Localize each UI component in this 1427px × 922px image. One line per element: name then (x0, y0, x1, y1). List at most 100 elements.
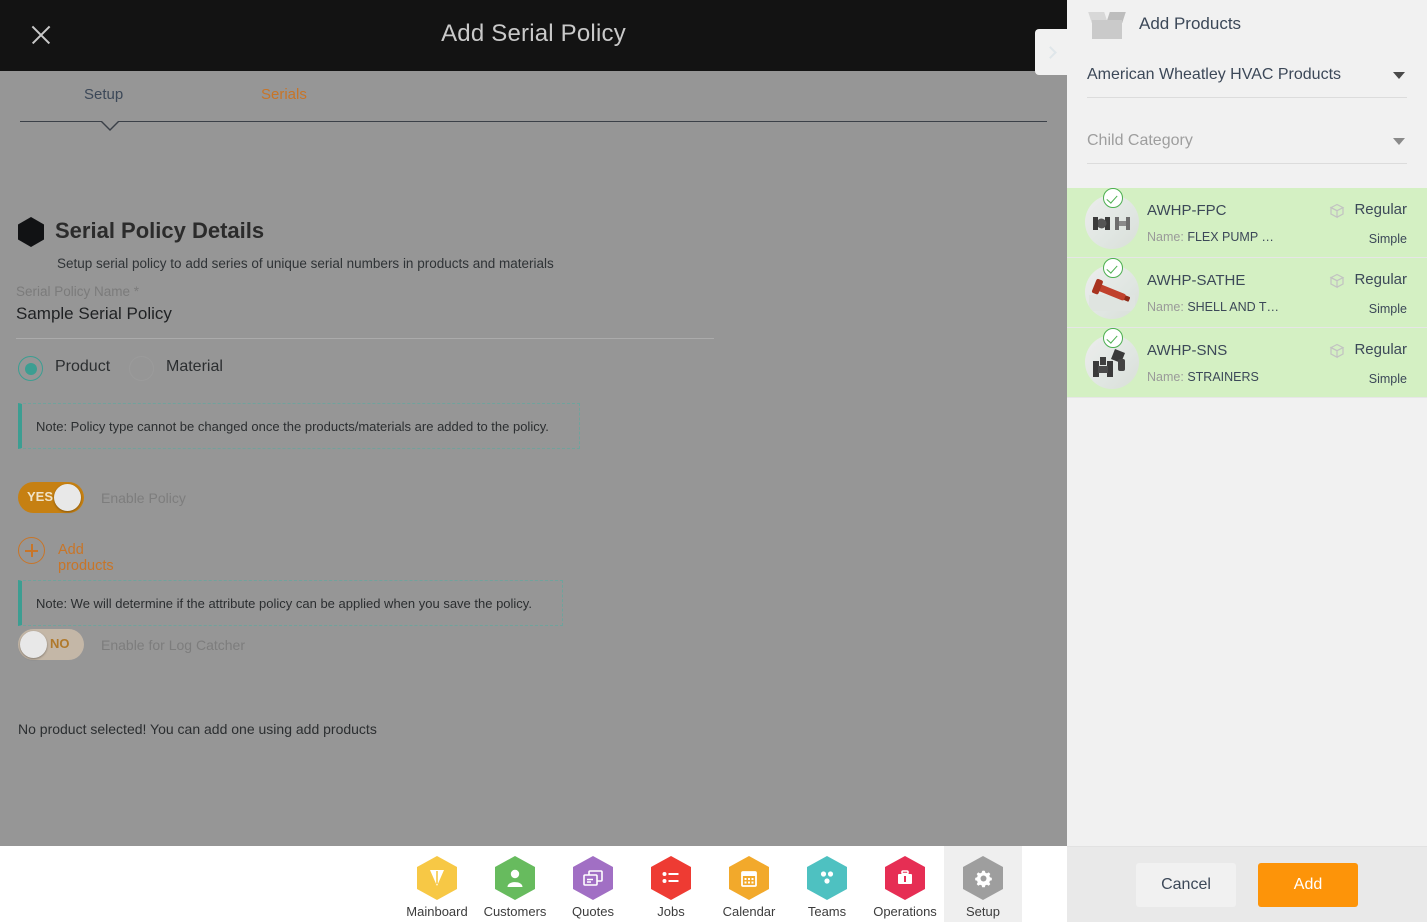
plus-circle-icon (18, 537, 45, 564)
toggle-enable-policy[interactable]: YES (18, 482, 84, 513)
list-item[interactable]: AWHP-SNS Name: STRAINERS Regular Simple (1067, 328, 1427, 398)
quotes-icon (573, 856, 613, 900)
nav-item-teams[interactable]: Teams (788, 846, 866, 922)
check-circle-icon (1103, 258, 1123, 278)
tab-serials[interactable]: Serials (261, 86, 307, 103)
add-products-label: Add products (58, 542, 114, 574)
radio-product-label: Product (55, 358, 111, 375)
product-name-value: SHELL AND T… (1187, 300, 1280, 314)
radio-product[interactable] (18, 356, 43, 381)
nav-label: Mainboard (406, 904, 468, 919)
product-name-label: Name: (1147, 300, 1184, 314)
nav-item-setup[interactable]: Setup (944, 846, 1022, 922)
toggle-enable-log-catcher-label: Enable for Log Catcher (101, 637, 245, 653)
nav-label: Jobs (657, 904, 685, 919)
nav-label: Customers (483, 904, 547, 919)
add-products-panel: Add Products American Wheatley HVAC Prod… (1067, 0, 1427, 922)
nav-item-mainboard[interactable]: Mainboard (398, 846, 476, 922)
product-list: AWHP-FPC Name: FLEX PUMP … Regular Simpl… (1067, 188, 1427, 398)
panel-spacer (1067, 398, 1427, 846)
bottom-navigation: Mainboard Customers Quotes Jobs Calendar… (0, 846, 1067, 922)
page-title: Serial Policy Details (55, 218, 265, 243)
product-name-value: FLEX PUMP … (1187, 230, 1274, 244)
product-sku: AWHP-SNS (1147, 342, 1228, 359)
product-name-row: Name: SHELL AND T… (1147, 300, 1279, 314)
gear-icon (963, 856, 1003, 900)
policy-name-input[interactable]: Sample Serial Policy (16, 304, 172, 324)
list-item[interactable]: AWHP-FPC Name: FLEX PUMP … Regular Simpl… (1067, 188, 1427, 258)
policy-name-label: Serial Policy Name * (16, 284, 140, 299)
cube-icon (1329, 343, 1345, 359)
modal-title: Add Serial Policy (441, 20, 626, 47)
toggle-knob (20, 631, 47, 658)
product-kind: Simple (1368, 232, 1407, 246)
calendar-icon (729, 856, 769, 900)
product-name-value: STRAINERS (1187, 370, 1259, 384)
child-category-placeholder: Child Category (1087, 131, 1193, 149)
policy-name-underline (16, 338, 714, 339)
panel-title: Add Products (1139, 14, 1242, 33)
nav-label: Setup (966, 904, 1000, 919)
cube-icon (1329, 273, 1345, 289)
modal-header: Add Serial Policy (0, 0, 1067, 71)
hexagon-icon (18, 217, 44, 247)
product-type: Regular (1354, 271, 1407, 288)
product-type: Regular (1354, 201, 1407, 218)
product-type: Regular (1354, 341, 1407, 358)
product-name-row: Name: FLEX PUMP … (1147, 230, 1274, 244)
product-sku: AWHP-SATHE (1147, 272, 1246, 289)
chevron-right-icon[interactable] (1035, 29, 1069, 75)
operations-icon (885, 856, 925, 900)
toggle-enable-log-catcher-state: NO (50, 636, 70, 651)
nav-label: Operations (873, 904, 937, 919)
child-category-select[interactable]: Child Category (1087, 118, 1407, 164)
modal-body: Setup Serials Serial Policy Details Setu… (0, 71, 1067, 846)
nav-item-operations[interactable]: Operations (866, 846, 944, 922)
tab-divider (20, 121, 1047, 122)
product-kind: Simple (1368, 302, 1407, 316)
parent-category-select[interactable]: American Wheatley HVAC Products (1087, 52, 1407, 98)
nav-item-quotes[interactable]: Quotes (554, 846, 632, 922)
panel-footer: Cancel Add (1067, 846, 1427, 922)
tab-setup[interactable]: Setup (84, 86, 123, 103)
cube-icon (1329, 203, 1345, 219)
teams-icon (807, 856, 847, 900)
add-button[interactable]: Add (1258, 862, 1358, 907)
nav-label: Calendar (722, 904, 776, 919)
panel-header: Add Products (1067, 0, 1427, 48)
jobs-icon (651, 856, 691, 900)
cancel-button[interactable]: Cancel (1136, 862, 1236, 907)
product-kind: Simple (1368, 372, 1407, 386)
nav-item-jobs[interactable]: Jobs (632, 846, 710, 922)
section-subtitle: Setup serial policy to add series of uni… (57, 256, 554, 271)
check-circle-icon (1103, 188, 1123, 208)
nav-label: Quotes (572, 904, 614, 919)
product-sku: AWHP-FPC (1147, 202, 1227, 219)
product-name-row: Name: STRAINERS (1147, 370, 1259, 384)
note-policy-type: Note: Policy type cannot be changed once… (18, 403, 580, 449)
mainboard-icon (417, 856, 457, 900)
nav-item-customers[interactable]: Customers (476, 846, 554, 922)
list-item[interactable]: AWHP-SATHE Name: SHELL AND T… Regular Si… (1067, 258, 1427, 328)
toggle-enable-log-catcher[interactable]: NO (18, 629, 84, 660)
check-circle-icon (1103, 328, 1123, 348)
toggle-knob (54, 484, 81, 511)
radio-material[interactable] (129, 356, 154, 381)
radio-material-label: Material (166, 358, 223, 375)
toggle-enable-policy-label: Enable Policy (101, 490, 186, 506)
parent-category-value: American Wheatley HVAC Products (1087, 65, 1342, 83)
toggle-enable-policy-state: YES (27, 489, 54, 504)
product-name-label: Name: (1147, 370, 1184, 384)
tab-bar: Setup Serials (0, 71, 1067, 131)
app-root: Add Serial Policy Setup Serials Serial P… (0, 0, 1427, 922)
product-name-label: Name: (1147, 230, 1184, 244)
nav-item-calendar[interactable]: Calendar (710, 846, 788, 922)
chevron-down-icon (1393, 72, 1405, 79)
open-box-icon (1087, 8, 1127, 40)
active-tab-pointer (100, 121, 120, 131)
customers-icon (495, 856, 535, 900)
note-attribute-policy: Note: We will determine if the attribute… (18, 580, 563, 626)
empty-state-message: No product selected! You can add one usi… (18, 721, 377, 737)
nav-label: Teams (807, 904, 847, 919)
chevron-down-icon (1393, 138, 1405, 145)
